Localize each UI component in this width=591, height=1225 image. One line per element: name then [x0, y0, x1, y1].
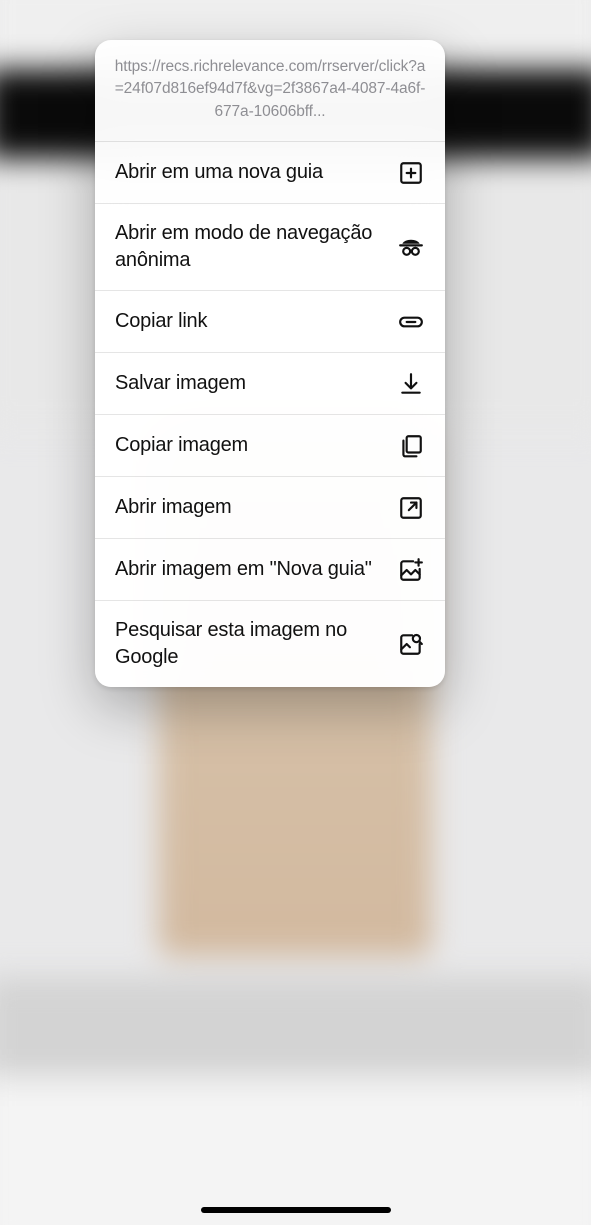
menu-item-search-image-google[interactable]: Pesquisar esta imagem no Google	[95, 601, 445, 687]
image-search-icon	[397, 630, 425, 658]
link-icon	[397, 308, 425, 336]
open-external-icon	[397, 494, 425, 522]
menu-item-open-new-tab[interactable]: Abrir em uma nova guia	[95, 142, 445, 204]
menu-item-label: Abrir imagem em "Nova guia"	[115, 556, 372, 583]
menu-item-open-incognito[interactable]: Abrir em modo de navegação anônima	[95, 204, 445, 291]
menu-item-save-image[interactable]: Salvar imagem	[95, 353, 445, 415]
home-indicator	[201, 1207, 391, 1213]
menu-item-label: Salvar imagem	[115, 370, 246, 397]
image-new-tab-icon	[397, 556, 425, 584]
copy-icon	[397, 432, 425, 460]
menu-item-open-image[interactable]: Abrir imagem	[95, 477, 445, 539]
menu-item-label: Abrir imagem	[115, 494, 232, 521]
incognito-icon	[397, 233, 425, 261]
menu-item-label: Pesquisar esta imagem no Google	[115, 617, 379, 671]
menu-item-copy-image[interactable]: Copiar imagem	[95, 415, 445, 477]
menu-item-label: Abrir em uma nova guia	[115, 159, 323, 186]
menu-item-copy-link[interactable]: Copiar link	[95, 291, 445, 353]
menu-item-label: Copiar link	[115, 308, 207, 335]
menu-item-label: Copiar imagem	[115, 432, 248, 459]
context-menu-url: https://recs.richrelevance.com/rrserver/…	[95, 40, 445, 142]
menu-item-label: Abrir em modo de navegação anônima	[115, 220, 379, 274]
menu-item-open-image-new-tab[interactable]: Abrir imagem em "Nova guia"	[95, 539, 445, 601]
context-menu: https://recs.richrelevance.com/rrserver/…	[95, 40, 445, 687]
new-tab-icon	[397, 159, 425, 187]
download-icon	[397, 370, 425, 398]
